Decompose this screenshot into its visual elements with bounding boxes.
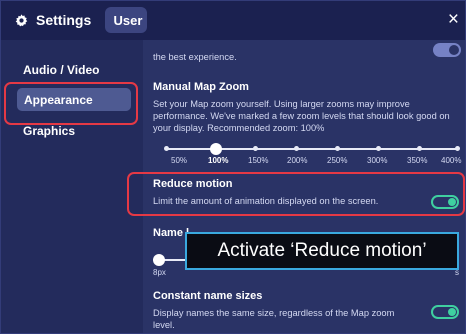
- zoom-tick-label-selected: 100%: [208, 156, 229, 165]
- name-labels-title-fragment: Name l: [153, 227, 190, 239]
- tab-user[interactable]: User: [105, 7, 147, 33]
- map-zoom-section: Manual Map Zoom Set your Map zoom yourse…: [153, 81, 458, 134]
- zoom-tick-label: 200%: [287, 156, 308, 165]
- toggle-knob: [448, 308, 456, 316]
- zoom-tick-dot: [455, 146, 460, 151]
- settings-title: Settings: [36, 12, 92, 28]
- previous-setting-toggle[interactable]: [433, 43, 461, 57]
- zoom-tick-label: 50%: [171, 156, 188, 165]
- instruction-callout: Activate ‘Reduce motion’: [185, 232, 459, 270]
- constant-name-sizes-toggle[interactable]: [431, 305, 459, 319]
- zoom-tick-dot: [294, 146, 299, 151]
- zoom-tick-label: 250%: [327, 156, 348, 165]
- zoom-tick-label: 400%: [441, 156, 462, 165]
- close-icon[interactable]: ×: [448, 10, 459, 29]
- previous-setting-fragment: the best experience.: [153, 43, 458, 63]
- map-zoom-title: Manual Map Zoom: [153, 81, 249, 93]
- zoom-tick-dot: [164, 146, 169, 151]
- zoom-tick-label: 300%: [367, 156, 388, 165]
- zoom-tick-dot: [253, 146, 258, 151]
- appearance-highlight: [4, 82, 138, 125]
- constant-name-sizes-title: Constant name sizes: [153, 290, 263, 302]
- constant-name-sizes-section: Constant name sizes Display names the sa…: [153, 290, 458, 331]
- zoom-tick-dot: [335, 146, 340, 151]
- toggle-knob: [449, 45, 459, 55]
- name-labels-slider-knob[interactable]: [153, 254, 165, 266]
- zoom-tick-dot: [417, 146, 422, 151]
- sidebar-item-audio-video[interactable]: Audio / Video: [23, 63, 99, 77]
- map-zoom-slider-track[interactable]: [165, 148, 457, 150]
- reduce-motion-highlight: [127, 172, 465, 216]
- zoom-tick-label: 350%: [407, 156, 428, 165]
- constant-name-sizes-desc: Display names the same size, regardless …: [153, 308, 395, 330]
- map-zoom-slider-knob[interactable]: [210, 143, 222, 155]
- previous-setting-desc: the best experience.: [153, 52, 237, 62]
- name-labels-min-label: 8px: [153, 268, 166, 277]
- sidebar-item-graphics[interactable]: Graphics: [23, 124, 75, 138]
- zoom-tick-label: 150%: [248, 156, 269, 165]
- gear-icon: [15, 14, 28, 27]
- map-zoom-desc: Set your Map zoom yourself. Using larger…: [153, 99, 450, 133]
- title-bar: Settings User ×: [1, 1, 465, 40]
- settings-window: Settings User × Audio / Video Appearance…: [0, 0, 466, 334]
- zoom-tick-dot: [376, 146, 381, 151]
